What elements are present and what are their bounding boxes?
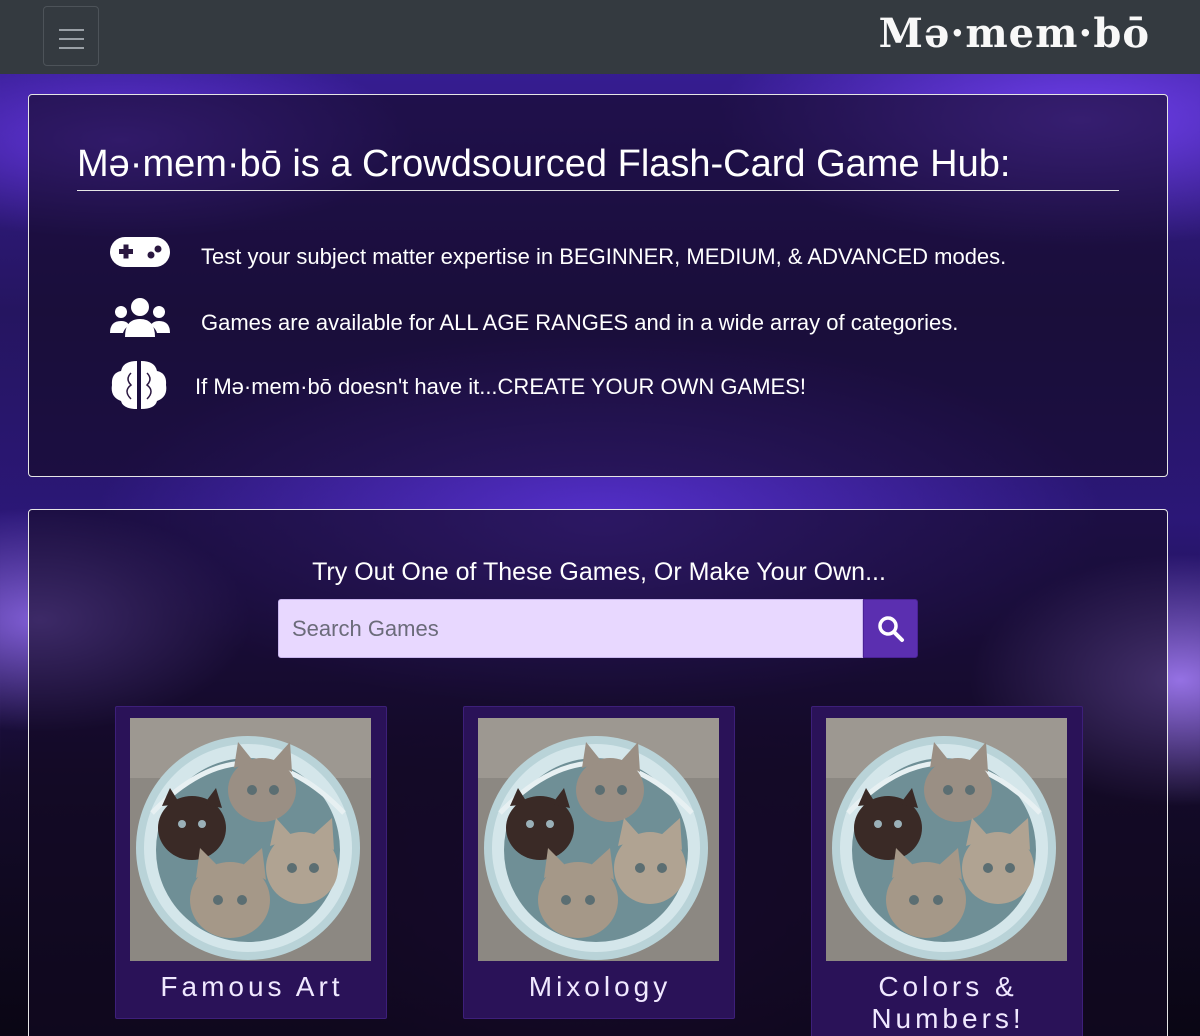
about-title: Mə·mem·bō is a Crowdsourced Flash-Card G… <box>77 143 1119 191</box>
search-games-input[interactable] <box>278 599 863 658</box>
game-card-image <box>130 718 371 961</box>
game-card-image <box>826 718 1067 961</box>
game-card-colors-numbers[interactable]: Colors & Numbers! <box>811 706 1083 1036</box>
games-panel: Try Out One of These Games, Or Make Your… <box>28 509 1168 1036</box>
feature-ages: Games are available for ALL AGE RANGES a… <box>109 295 1149 345</box>
users-icon <box>110 298 170 337</box>
feature-create: If Mə·mem·bō doesn't have it...CREATE YO… <box>109 359 1149 409</box>
feature-modes-text: Test your subject matter expertise in BE… <box>201 244 1007 269</box>
brand-logo[interactable]: Mə·mem·bō <box>879 10 1150 57</box>
game-card-image <box>478 718 719 961</box>
search-button[interactable] <box>863 599 918 658</box>
feature-modes: Test your subject matter expertise in BE… <box>109 229 1149 279</box>
gamepad-icon <box>110 237 170 267</box>
hamburger-menu-icon <box>59 29 84 56</box>
about-panel: Mə·mem·bō is a Crowdsourced Flash-Card G… <box>28 94 1168 477</box>
game-card-title: Famous Art <box>160 971 344 1002</box>
game-card-title: Mixology <box>528 971 672 1002</box>
feature-ages-text: Games are available for ALL AGE RANGES a… <box>201 310 959 335</box>
games-heading: Try Out One of These Games, Or Make Your… <box>312 558 886 586</box>
feature-create-text: If Mə·mem·bō doesn't have it...CREATE YO… <box>195 374 806 399</box>
game-card-famous-art[interactable]: Famous Art <box>115 706 387 1019</box>
search-icon <box>878 616 904 642</box>
game-card-mixology[interactable]: Mixology <box>463 706 735 1019</box>
brain-icon <box>111 361 167 409</box>
hamburger-menu-button[interactable] <box>43 6 99 66</box>
game-card-title: Colors & Numbers! <box>871 971 1025 1034</box>
top-navbar: Mə·mem·bō <box>0 0 1200 74</box>
